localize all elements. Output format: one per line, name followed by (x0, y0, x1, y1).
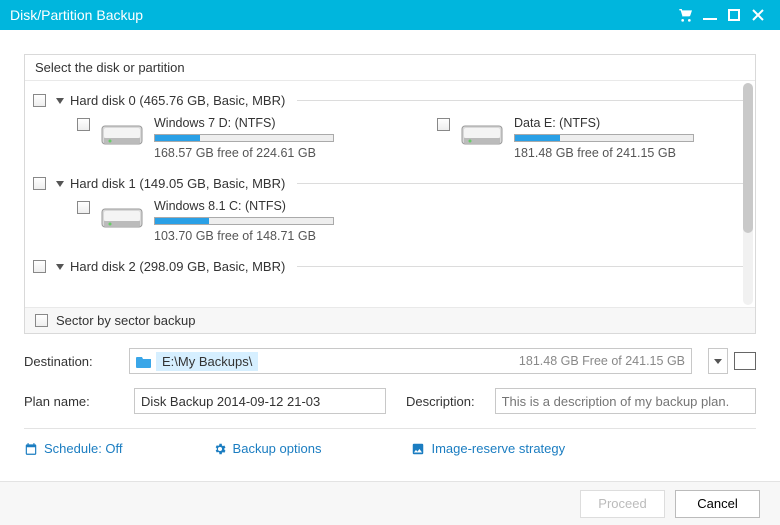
description-label: Description: (406, 394, 475, 409)
image-icon (411, 442, 425, 456)
usage-bar (154, 217, 334, 225)
plan-row: Plan name: Description: (24, 388, 756, 414)
destination-path: E:\My Backups\ (156, 352, 258, 371)
partition-item[interactable]: Windows 7 D: (NTFS) 168.57 GB free of 22… (77, 116, 357, 160)
usage-bar (514, 134, 694, 142)
usage-bar (154, 134, 334, 142)
image-reserve-label: Image-reserve strategy (431, 441, 565, 456)
sector-backup-row[interactable]: Sector by sector backup (25, 307, 755, 333)
partition-free: 168.57 GB free of 224.61 GB (154, 146, 334, 160)
partition-item[interactable]: Windows 8.1 C: (NTFS) 103.70 GB free of … (77, 199, 357, 243)
cart-icon[interactable] (674, 3, 698, 27)
drive-icon (460, 120, 504, 154)
partition-name: Windows 7 D: (NTFS) (154, 116, 334, 130)
disk-header[interactable]: Hard disk 1 (149.05 GB, Basic, MBR) (33, 174, 745, 193)
destination-free: 181.48 GB Free of 241.15 GB (519, 354, 685, 368)
scroll-thumb[interactable] (743, 83, 753, 233)
destination-input[interactable]: E:\My Backups\ 181.48 GB Free of 241.15 … (129, 348, 692, 374)
panel-header: Select the disk or partition (25, 55, 755, 81)
window-title: Disk/Partition Backup (10, 7, 143, 23)
minimize-icon[interactable] (698, 3, 722, 27)
disk-group: Hard disk 2 (298.09 GB, Basic, MBR) (33, 257, 745, 276)
disk-label: Hard disk 2 (298.09 GB, Basic, MBR) (70, 259, 285, 274)
disk-header[interactable]: Hard disk 0 (465.76 GB, Basic, MBR) (33, 91, 745, 110)
browse-button[interactable] (734, 352, 756, 370)
destination-dropdown-button[interactable] (708, 348, 728, 374)
chevron-down-icon (714, 359, 722, 364)
collapse-caret-icon[interactable] (56, 264, 64, 270)
schedule-label: Schedule: Off (44, 441, 123, 456)
disk-header[interactable]: Hard disk 2 (298.09 GB, Basic, MBR) (33, 257, 745, 276)
drive-icon (100, 120, 144, 154)
schedule-link[interactable]: Schedule: Off (24, 441, 123, 456)
partition-checkbox[interactable] (437, 118, 450, 131)
partition-name: Data E: (NTFS) (514, 116, 694, 130)
plan-name-input[interactable] (134, 388, 386, 414)
backup-options-label: Backup options (233, 441, 322, 456)
scrollbar[interactable] (743, 83, 753, 305)
drive-icon (100, 203, 144, 237)
partition-checkbox[interactable] (77, 118, 90, 131)
image-reserve-link[interactable]: Image-reserve strategy (411, 441, 565, 456)
disk-label: Hard disk 0 (465.76 GB, Basic, MBR) (70, 93, 285, 108)
gear-icon (213, 442, 227, 456)
destination-row: Destination: E:\My Backups\ 181.48 GB Fr… (24, 348, 756, 374)
collapse-caret-icon[interactable] (56, 98, 64, 104)
partition-free: 103.70 GB free of 148.71 GB (154, 229, 334, 243)
disk-checkbox[interactable] (33, 94, 46, 107)
partition-free: 181.48 GB free of 241.15 GB (514, 146, 694, 160)
disk-group: Hard disk 1 (149.05 GB, Basic, MBR) Wind… (33, 174, 745, 253)
partition-checkbox[interactable] (77, 201, 90, 214)
options-row: Schedule: Off Backup options Image-reser… (24, 441, 756, 456)
sector-backup-label: Sector by sector backup (56, 313, 195, 328)
destination-label: Destination: (24, 354, 119, 369)
disk-group: Hard disk 0 (465.76 GB, Basic, MBR) Wind… (33, 91, 745, 170)
maximize-icon[interactable] (722, 3, 746, 27)
proceed-button: Proceed (580, 490, 665, 518)
backup-options-link[interactable]: Backup options (213, 441, 322, 456)
calendar-icon (24, 442, 38, 456)
close-icon[interactable] (746, 3, 770, 27)
disk-label: Hard disk 1 (149.05 GB, Basic, MBR) (70, 176, 285, 191)
cancel-button[interactable]: Cancel (675, 490, 760, 518)
collapse-caret-icon[interactable] (56, 181, 64, 187)
disk-checkbox[interactable] (33, 177, 46, 190)
description-input[interactable] (495, 388, 756, 414)
partition-name: Windows 8.1 C: (NTFS) (154, 199, 334, 213)
disk-selection-panel: Select the disk or partition Hard disk 0… (24, 54, 756, 334)
disk-checkbox[interactable] (33, 260, 46, 273)
panel-header-label: Select the disk or partition (35, 60, 185, 75)
plan-name-label: Plan name: (24, 394, 114, 409)
footer-bar: Proceed Cancel (0, 481, 780, 525)
partition-item[interactable]: Data E: (NTFS) 181.48 GB free of 241.15 … (437, 116, 717, 160)
folder-icon (136, 355, 152, 368)
sector-checkbox[interactable] (35, 314, 48, 327)
title-bar: Disk/Partition Backup (0, 0, 780, 30)
